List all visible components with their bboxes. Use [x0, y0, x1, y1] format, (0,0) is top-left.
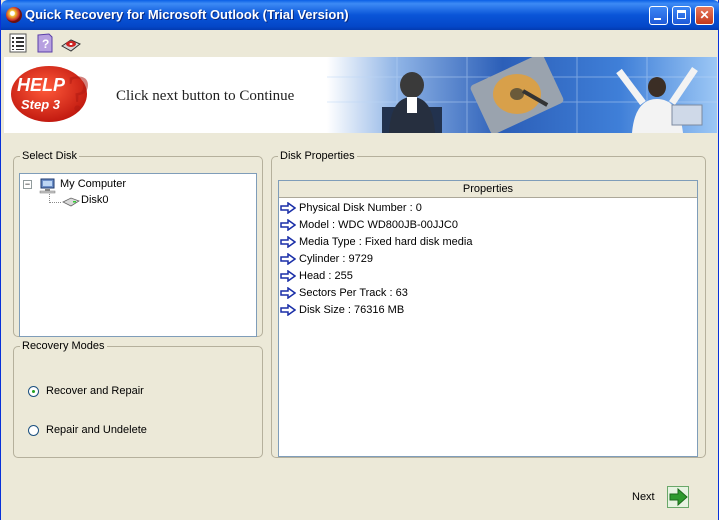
title-bar[interactable]: Quick Recovery for Microsoft Outlook (Tr… — [1, 0, 719, 30]
tree-label-my-computer: My Computer — [60, 178, 127, 190]
arrow-icon — [280, 252, 297, 266]
tree-connector-branch — [49, 202, 61, 203]
maximize-button[interactable] — [672, 6, 691, 25]
computer-icon — [39, 178, 57, 197]
arrow-icon — [280, 269, 297, 283]
property-text: Head : 255 — [299, 270, 353, 282]
svg-text:?: ? — [42, 37, 49, 51]
list-icon[interactable] — [7, 32, 29, 54]
recover-and-repair-label[interactable]: Recover and Repair — [46, 385, 144, 397]
header-banner: ? HELP Step 3 Click next button to Conti… — [4, 57, 717, 133]
arrow-icon — [280, 235, 297, 249]
next-button[interactable] — [667, 486, 689, 508]
help-icon[interactable]: ? — [34, 32, 56, 54]
help-step-badge: ? HELP Step 3 — [9, 63, 94, 125]
recovery-modes-legend: Recovery Modes — [22, 340, 105, 352]
disk-properties-group: Disk Properties Properties Physical Disk… — [271, 150, 706, 458]
recover-and-repair-radio[interactable] — [28, 386, 39, 397]
properties-list[interactable]: Properties Physical Disk Number : 0 Mode… — [278, 180, 698, 457]
next-label[interactable]: Next — [632, 491, 655, 503]
property-text: Disk Size : 76316 MB — [299, 304, 405, 316]
arrow-icon — [280, 303, 297, 317]
property-text: Media Type : Fixed hard disk media — [299, 236, 473, 248]
arrow-icon — [280, 218, 297, 232]
banner-photo — [327, 57, 717, 133]
main-window: Quick Recovery for Microsoft Outlook (Tr… — [0, 0, 719, 520]
app-icon[interactable] — [6, 7, 22, 23]
repair-and-undelete-radio[interactable] — [28, 425, 39, 436]
next-arrow-icon — [667, 486, 689, 508]
minimize-button[interactable] — [649, 6, 668, 25]
arrow-icon — [280, 201, 297, 215]
property-text: Sectors Per Track : 63 — [299, 287, 408, 299]
harddisk-icon — [62, 197, 80, 210]
select-disk-group: Select Disk − My Computer Disk0 — [13, 150, 263, 337]
step-label: Step 3 — [21, 97, 61, 112]
tree-label-disk0: Disk0 — [81, 194, 109, 206]
arrow-icon — [280, 286, 297, 300]
minimize-icon — [654, 18, 661, 20]
svg-text:?: ? — [67, 66, 90, 123]
close-icon: ✕ — [699, 8, 710, 22]
help-word: HELP — [17, 75, 66, 95]
window-title: Quick Recovery for Microsoft Outlook (Tr… — [25, 7, 349, 22]
instruction-text: Click next button to Continue — [116, 88, 295, 104]
disk-properties-legend: Disk Properties — [280, 150, 355, 162]
toolbar: ? — [1, 30, 718, 56]
disk-icon[interactable] — [60, 32, 82, 54]
close-button[interactable]: ✕ — [695, 6, 714, 25]
repair-and-undelete-label[interactable]: Repair and Undelete — [46, 424, 147, 436]
properties-column-header[interactable]: Properties — [279, 181, 697, 198]
property-text: Model : WDC WD800JB-00JJC0 — [299, 219, 458, 231]
property-text: Cylinder : 9729 — [299, 253, 373, 265]
select-disk-legend: Select Disk — [22, 150, 78, 162]
tree-collapse-toggle[interactable]: − — [23, 180, 32, 189]
disk-tree[interactable]: − My Computer Disk0 — [19, 173, 257, 337]
recovery-modes-group: Recovery Modes Recover and Repair Repair… — [13, 340, 263, 458]
property-text: Physical Disk Number : 0 — [299, 202, 422, 214]
maximize-icon — [677, 10, 686, 19]
